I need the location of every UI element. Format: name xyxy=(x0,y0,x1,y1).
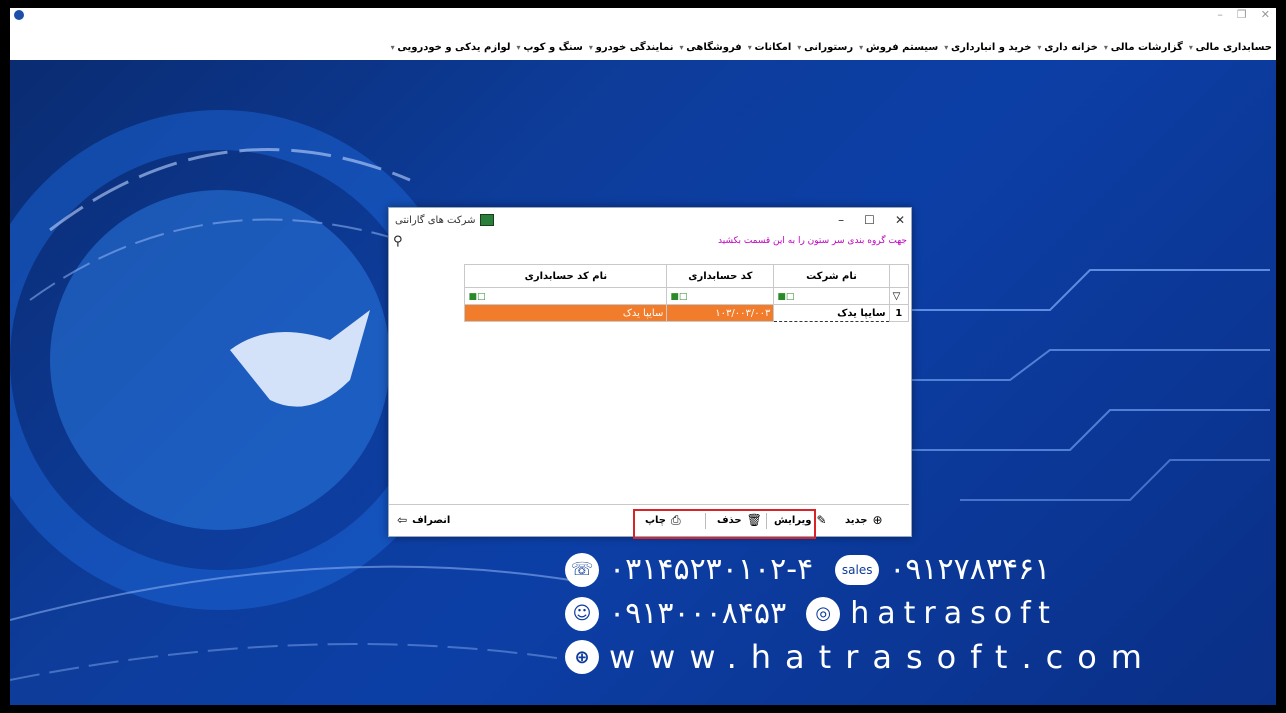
edit-label: ویرایش xyxy=(774,514,812,526)
delete-label: حذف xyxy=(717,514,742,526)
dialog-title-text: شرکت های گارانتی xyxy=(395,214,476,226)
menu-item[interactable]: سیستم فروش xyxy=(859,42,938,53)
group-panel[interactable]: ⚲ جهت گروه بندی سر ستون را به این قسمت ب… xyxy=(389,232,911,250)
row-indicator-header xyxy=(888,264,910,288)
dialog-title: شرکت های گارانتی xyxy=(395,214,494,226)
maximize-icon[interactable]: ☐ xyxy=(864,213,875,227)
menu-item[interactable]: لوازم یدکی و خودرویی xyxy=(391,42,510,53)
globe-icon: ⊕ xyxy=(565,640,599,674)
grid-empty-cell xyxy=(389,264,465,288)
separator xyxy=(766,513,767,529)
menu-item[interactable]: سنگ و کوپ xyxy=(517,42,582,53)
column-header-code-name[interactable]: نام کد حسابداری xyxy=(464,264,668,288)
cell-code-name[interactable]: سایپا یدک xyxy=(464,304,668,322)
minimize-icon[interactable]: – xyxy=(1217,8,1223,21)
app-logo-icon xyxy=(14,10,24,20)
filter-row: ■□ ■□ ■□ ▽ xyxy=(389,287,910,305)
dialog-toolbar: انصراف ⇦ ⎙ چاپ 🗑 حذف ✎ ویرایش ⊕ جدید xyxy=(389,504,909,539)
menu-item[interactable]: رستورانی xyxy=(797,42,853,53)
dialog-titlebar: شرکت های گارانتی – ☐ ✕ xyxy=(389,208,911,232)
delete-button[interactable]: 🗑 حذف xyxy=(717,513,762,527)
phone-icon: ☏ xyxy=(565,552,599,587)
instagram-handle: hatrasoft xyxy=(850,596,1058,631)
row-number: 1 xyxy=(888,304,910,322)
close-icon[interactable]: ✕ xyxy=(895,213,905,227)
support-icon: ☺ xyxy=(565,596,599,631)
dialog-controls: – ☐ ✕ xyxy=(838,213,905,227)
filter-code-name[interactable]: ■□ xyxy=(464,287,668,305)
close-icon[interactable]: ✕ xyxy=(1261,8,1270,21)
menu-item[interactable]: حسابداری مالی xyxy=(1189,42,1272,53)
window-icon xyxy=(479,214,494,226)
column-header-code[interactable]: کد حسابداری xyxy=(666,264,775,288)
phone-number: ۰۳۱۴۵۲۳۰۱۰۲-۴ xyxy=(609,552,814,587)
contact-web-row: ⊕ www.hatrasoft.com xyxy=(565,638,1156,676)
filter-icon: ■□ xyxy=(670,291,688,302)
minimize-icon[interactable]: – xyxy=(838,213,844,227)
filter-code[interactable]: ■□ xyxy=(666,287,775,305)
edit-icon: ✎ xyxy=(816,513,827,527)
print-label: چاپ xyxy=(645,515,667,526)
printer-icon: ⎙ xyxy=(671,513,681,527)
desktop: – ❐ ✕ حسابداری مالی گزارشات مالی خزانه د… xyxy=(10,8,1276,705)
grid-header: نام کد حسابداری کد حسابداری نام شرکت xyxy=(389,264,910,288)
filter-company[interactable]: ■□ xyxy=(773,287,890,305)
filter-funnel-icon: ▽ xyxy=(888,287,910,305)
grid-empty-cell xyxy=(389,305,465,322)
table-row[interactable]: سایپا یدک ۱۰۳/۰۰۳/۰۰۳ سایپا یدک 1 xyxy=(389,304,910,322)
cell-code[interactable]: ۱۰۳/۰۰۳/۰۰۳ xyxy=(666,304,775,322)
menu-item[interactable]: امکانات xyxy=(748,42,792,53)
menu-item[interactable]: نمایندگی خودرو xyxy=(589,42,674,53)
instagram-icon: ◎ xyxy=(806,596,841,631)
plus-circle-icon: ⊕ xyxy=(872,513,883,527)
grid-empty-cell xyxy=(389,288,465,305)
back-arrow-icon: ⇦ xyxy=(397,513,408,527)
group-hint: جهت گروه بندی سر ستون را به این قسمت بکش… xyxy=(718,236,907,246)
window-controls: – ❐ ✕ xyxy=(1217,8,1270,21)
trash-icon: 🗑 xyxy=(746,513,762,527)
menu-item[interactable]: خزانه داری xyxy=(1037,42,1098,53)
column-header-company[interactable]: نام شرکت xyxy=(773,264,890,288)
menu-item[interactable]: گزارشات مالی xyxy=(1104,42,1183,53)
contact-support-row: ☺ ۰۹۱۳۰۰۰۸۴۵۳ ◎ hatrasoft xyxy=(565,596,1058,631)
menu-item[interactable]: فروشگاهی xyxy=(679,42,741,53)
new-button[interactable]: ⊕ جدید xyxy=(845,513,883,527)
sales-icon: sales xyxy=(835,554,880,585)
menu-item[interactable]: خرید و انبارداری xyxy=(944,42,1031,53)
new-label: جدید xyxy=(845,514,868,526)
companies-grid: نام کد حسابداری کد حسابداری نام شرکت ■□ … xyxy=(389,264,910,322)
sales-number: ۰۹۱۲۷۸۳۴۶۱ xyxy=(889,552,1051,587)
separator xyxy=(705,513,706,529)
contact-phone-row: ☏ ۰۳۱۴۵۲۳۰۱۰۲-۴ sales ۰۹۱۲۷۸۳۴۶۱ xyxy=(565,552,1050,587)
filter-icon: ■□ xyxy=(777,291,795,302)
cancel-label: انصراف xyxy=(412,514,451,526)
restore-icon[interactable]: ❐ xyxy=(1237,8,1247,21)
warranty-companies-dialog: شرکت های گارانتی – ☐ ✕ ⚲ جهت گروه بندی س… xyxy=(388,207,912,539)
cancel-button[interactable]: انصراف ⇦ xyxy=(397,513,450,527)
title-menu-bar: – ❐ ✕ حسابداری مالی گزارشات مالی خزانه د… xyxy=(10,8,1276,60)
search-icon[interactable]: ⚲ xyxy=(393,234,403,249)
filter-icon: ■□ xyxy=(468,291,486,302)
cell-company[interactable]: سایپا یدک xyxy=(773,304,890,322)
support-number: ۰۹۱۳۰۰۰۸۴۵۳ xyxy=(609,596,787,631)
website: www.hatrasoft.com xyxy=(609,638,1156,676)
edit-button[interactable]: ✎ ویرایش xyxy=(774,513,827,527)
print-button[interactable]: ⎙ چاپ xyxy=(645,513,681,528)
main-menu: حسابداری مالی گزارشات مالی خزانه داری خر… xyxy=(391,42,1272,53)
